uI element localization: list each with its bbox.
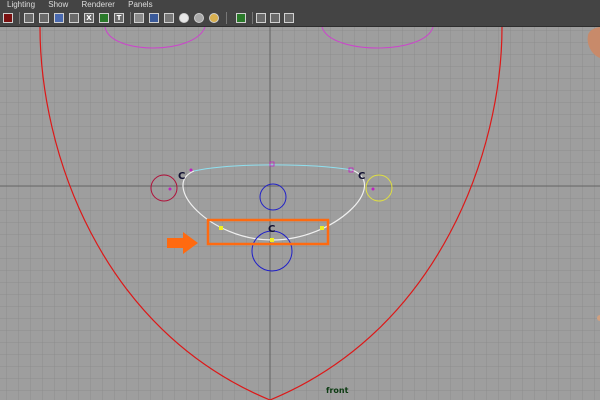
shaded-sphere-icon[interactable] [194,13,204,23]
isolate-select-icon[interactable] [236,13,246,23]
grid-toggle-icon[interactable] [270,13,280,23]
select-tool-icon[interactable] [3,13,13,23]
grid [0,27,600,400]
curve-label-center: C [268,224,275,235]
menu-panels[interactable]: Panels [128,0,152,10]
toolbar-divider [130,12,131,24]
left-corner-point [189,168,193,172]
bounding-box-icon[interactable] [69,13,79,23]
menu-show[interactable]: Show [48,0,68,10]
right-pivot [371,187,375,191]
front-viewport[interactable]: C C C front [0,27,600,400]
camera-label: front [326,386,349,395]
left-pivot [168,187,172,191]
menu-bar: Lighting Show Renderer Panels [0,0,600,10]
light-sphere-icon[interactable] [179,13,189,23]
menu-lighting[interactable]: Lighting [7,0,35,10]
node-graph-icon[interactable] [284,13,294,23]
curve-label-right: C [358,171,365,182]
curve-label-left: C [178,171,185,182]
smooth-shade-icon[interactable] [39,13,49,23]
xray-icon[interactable]: X [84,13,94,23]
selected-cv-center[interactable] [270,238,274,242]
textured-sphere-icon[interactable] [209,13,219,23]
cube-icon[interactable] [134,13,144,23]
toolbar-divider [226,12,227,24]
cube-solid-icon[interactable] [149,13,159,23]
wireframe-icon[interactable] [24,13,34,23]
texture-icon[interactable] [99,13,109,23]
cube-checker-icon[interactable] [164,13,174,23]
selected-cv-left[interactable] [219,226,223,230]
menu-renderer[interactable]: Renderer [82,0,115,10]
toolbar-divider [19,12,20,24]
text-icon[interactable]: T [114,13,124,23]
camera-cube-icon[interactable] [256,13,266,23]
selected-cv-right[interactable] [320,226,324,230]
viewport-canvas[interactable]: C C C [0,27,600,400]
viewport-toolbar: X T [0,10,600,27]
toolbar-divider [252,12,253,24]
flat-shade-icon[interactable] [54,13,64,23]
